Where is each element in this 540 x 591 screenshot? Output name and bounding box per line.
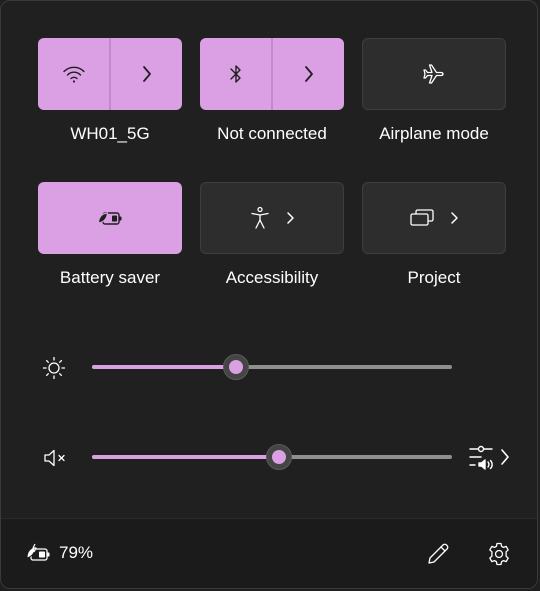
wifi-toggle-button[interactable] bbox=[38, 38, 109, 110]
bluetooth-tile-button bbox=[200, 38, 344, 110]
accessibility-button[interactable] bbox=[200, 182, 344, 254]
chevron-right-icon bbox=[499, 448, 511, 466]
chevron-right-icon bbox=[449, 211, 459, 225]
quick-settings-footer: 79% bbox=[1, 518, 537, 588]
chevron-right-icon bbox=[303, 65, 315, 83]
battery-status-button[interactable]: 79% bbox=[25, 541, 93, 565]
bluetooth-icon bbox=[228, 63, 244, 85]
wifi-expand-button[interactable] bbox=[109, 38, 182, 110]
wifi-icon bbox=[62, 64, 86, 84]
airplane-tile: Airplane mode bbox=[362, 38, 506, 144]
battery-charging-saver-icon bbox=[25, 541, 53, 565]
battery-saver-tile: Battery saver bbox=[38, 182, 182, 288]
quick-settings-panel: WH01_5G Not connected Airplane mode Batt… bbox=[0, 0, 538, 589]
battery-saver-icon bbox=[96, 208, 124, 228]
project-label: Project bbox=[407, 268, 461, 287]
audio-output-icon bbox=[467, 443, 495, 471]
edit-quick-settings-button[interactable] bbox=[425, 541, 451, 567]
chevron-right-icon bbox=[141, 65, 153, 83]
project-button[interactable] bbox=[362, 182, 506, 254]
bluetooth-toggle-button[interactable] bbox=[200, 38, 271, 110]
gear-icon bbox=[486, 541, 512, 567]
volume-slider-row bbox=[1, 437, 537, 477]
accessibility-icon bbox=[249, 206, 271, 230]
audio-output-button[interactable] bbox=[467, 443, 511, 471]
airplane-mode-button[interactable] bbox=[362, 38, 506, 110]
volume-slider-fill bbox=[92, 455, 280, 459]
pencil-icon bbox=[425, 541, 451, 567]
bluetooth-expand-button[interactable] bbox=[271, 38, 344, 110]
brightness-icon bbox=[41, 355, 67, 381]
airplane-label: Airplane mode bbox=[379, 124, 489, 143]
airplane-icon bbox=[422, 63, 446, 85]
brightness-slider[interactable] bbox=[92, 365, 452, 369]
brightness-slider-row bbox=[1, 347, 537, 387]
wifi-tile-button bbox=[38, 38, 182, 110]
brightness-slider-fill bbox=[92, 365, 236, 369]
accessibility-tile: Accessibility bbox=[200, 182, 344, 288]
battery-saver-button[interactable] bbox=[38, 182, 182, 254]
settings-button[interactable] bbox=[486, 541, 512, 567]
battery-percent: 79% bbox=[59, 543, 94, 562]
bluetooth-label: Not connected bbox=[217, 124, 327, 143]
project-tile: Project bbox=[362, 182, 506, 288]
bluetooth-tile: Not connected bbox=[200, 38, 344, 144]
chevron-right-icon bbox=[285, 211, 295, 225]
wifi-tile: WH01_5G bbox=[38, 38, 182, 144]
speaker-muted-icon[interactable] bbox=[41, 445, 69, 471]
volume-slider-thumb[interactable] bbox=[266, 444, 293, 470]
project-icon bbox=[409, 208, 435, 228]
accessibility-label: Accessibility bbox=[225, 268, 319, 287]
brightness-slider-thumb[interactable] bbox=[223, 354, 249, 380]
battery-saver-label: Battery saver bbox=[59, 268, 161, 287]
wifi-label: WH01_5G bbox=[70, 124, 150, 143]
